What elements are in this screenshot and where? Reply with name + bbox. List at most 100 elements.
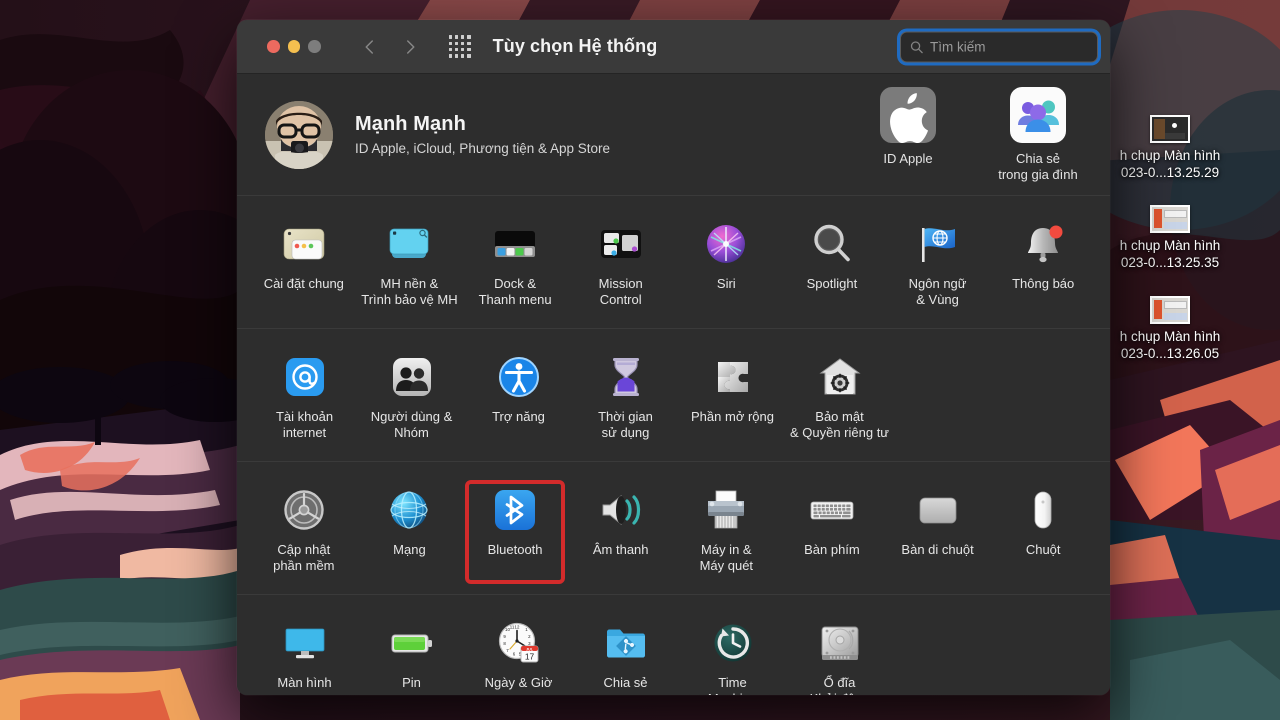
pref-trackpad[interactable]: Bàn di chuột — [885, 482, 991, 582]
date-icon-day: 17 — [524, 652, 534, 662]
pref-label: Mission Control — [598, 276, 643, 307]
forward-chevron-icon[interactable] — [401, 38, 419, 56]
apple-logo-icon — [880, 86, 936, 143]
siri-icon — [702, 220, 750, 268]
pref-spotlight[interactable]: Spotlight — [779, 216, 885, 316]
network-icon — [385, 486, 433, 534]
pref-mouse[interactable]: Chuột — [990, 482, 1096, 582]
time-machine-icon — [709, 619, 757, 667]
users-groups-icon — [388, 353, 436, 401]
internet-accounts-icon — [281, 353, 329, 401]
pref-language-region[interactable]: Ngôn ngữ & Vùng — [885, 216, 991, 316]
account-text: Mạnh Mạnh ID Apple, iCloud, Phương tiện … — [355, 113, 610, 156]
screen-time-icon — [602, 353, 650, 401]
pref-siri[interactable]: Siri — [674, 216, 780, 316]
pref-row: Màn hình Pin 12 1 2 3 5 6 7 8 9 10 11 JU… — [237, 615, 1110, 695]
pref-date-time[interactable]: 1212 345 678 91011 — [465, 615, 572, 695]
pref-printers-scanners[interactable]: Máy in & Máy quét — [674, 482, 780, 582]
pref-dock-menubar[interactable]: Dock & Thanh menu — [462, 216, 568, 316]
account-subtitle: ID Apple, iCloud, Phương tiện & App Stor… — [355, 141, 611, 156]
search-input[interactable] — [930, 39, 1089, 54]
screenshot-thumbnail-icon — [1150, 115, 1190, 143]
pref-label: Trợ năng — [492, 409, 545, 424]
pref-notifications[interactable]: Thông báo — [990, 216, 1096, 316]
pref-users-groups[interactable]: Người dùng & Nhóm — [358, 349, 465, 449]
language-region-icon — [914, 220, 962, 268]
pref-desktop-screensaver[interactable]: MH nền & Trình bảo vệ MH — [357, 216, 463, 316]
pref-section-hardware: Cập nhật phần mềm Mạng Bluetooth Âm than… — [237, 462, 1110, 595]
pref-mission-control[interactable]: Mission Control — [568, 216, 674, 316]
back-chevron-icon[interactable] — [361, 38, 379, 56]
pref-label: Mạng — [393, 542, 426, 557]
notifications-icon — [1019, 220, 1067, 268]
pref-sharing[interactable]: Chia sẻ — [572, 615, 679, 695]
pref-internet-accounts[interactable]: Tài khoản internet — [251, 349, 358, 449]
close-button[interactable] — [267, 40, 280, 53]
desktop-screensaver-icon — [385, 220, 433, 268]
pref-label: Phần mở rộng — [691, 409, 774, 424]
screenshot-thumbnail-icon — [1150, 296, 1190, 324]
family-sharing-button[interactable]: Chia sẻ trong gia đình — [990, 86, 1086, 183]
pref-battery[interactable]: Pin — [358, 615, 465, 695]
pref-startup-disk[interactable]: Ổ đĩa Khởi động — [786, 615, 893, 695]
pref-displays[interactable]: Màn hình — [251, 615, 358, 695]
family-sharing-label: Chia sẻ trong gia đình — [998, 150, 1078, 182]
zoom-button[interactable] — [308, 40, 321, 53]
window-title: Tùy chọn Hệ thống — [492, 36, 658, 56]
pref-label: Cài đặt chung — [263, 276, 344, 291]
pref-label: Ổ đĩa Khởi động — [810, 675, 870, 695]
pref-security-privacy[interactable]: Bảo mật & Quyền riêng tư — [786, 349, 893, 449]
apple-id-account-row[interactable]: Mạnh Mạnh ID Apple, iCloud, Phương tiện … — [237, 74, 1110, 196]
pref-network[interactable]: Mạng — [357, 482, 463, 582]
pref-sound[interactable]: Âm thanh — [568, 482, 674, 582]
date-time-icon: 1212 345 678 91011 — [495, 619, 543, 667]
svg-text:12: 12 — [514, 625, 519, 630]
pref-label: Người dùng & Nhóm — [370, 409, 453, 440]
sharing-icon — [602, 619, 650, 667]
window-titlebar: Tùy chọn Hệ thống — [237, 20, 1110, 74]
search-field[interactable] — [900, 31, 1098, 62]
apple-id-button[interactable]: ID Apple — [860, 86, 956, 183]
pref-row: Tài khoản internet Người dùng & Nhóm Trợ… — [237, 349, 1110, 449]
pref-row: Cập nhật phần mềm Mạng Bluetooth Âm than… — [237, 480, 1110, 584]
pref-general-settings[interactable]: Cài đặt chung — [251, 216, 357, 316]
printers-scanners-icon — [702, 486, 750, 534]
pref-label: Âm thanh — [592, 542, 649, 557]
software-update-icon — [280, 486, 328, 534]
pref-accessibility[interactable]: Trợ năng — [465, 349, 572, 449]
bluetooth-icon — [491, 486, 539, 534]
keyboard-icon — [808, 486, 856, 534]
pref-bluetooth[interactable]: Bluetooth — [462, 480, 568, 584]
account-name: Mạnh Mạnh — [355, 113, 466, 135]
pref-label: Bàn phím — [804, 542, 860, 557]
show-all-grid-icon[interactable] — [448, 35, 471, 58]
navigation-buttons — [361, 38, 419, 56]
spotlight-icon — [808, 220, 856, 268]
pref-label: Máy in & Máy quét — [699, 542, 754, 573]
pref-software-update[interactable]: Cập nhật phần mềm — [251, 482, 357, 582]
minimize-button[interactable] — [287, 40, 300, 53]
dock-menubar-icon — [491, 220, 539, 268]
pref-label: Màn hình — [277, 675, 332, 690]
pref-row: Cài đặt chung MH nền & Trình bảo vệ MH D… — [237, 216, 1110, 316]
pref-section-system: Màn hình Pin 12 1 2 3 5 6 7 8 9 10 11 JU… — [237, 595, 1110, 695]
pref-screen-time[interactable]: Thời gian sử dụng — [572, 349, 679, 449]
apple-id-label: ID Apple — [883, 150, 933, 166]
general-settings-icon — [280, 220, 328, 268]
pref-time-machine[interactable]: Time Machine — [679, 615, 786, 695]
pref-label: Spotlight — [806, 276, 858, 291]
traffic-light-buttons — [267, 40, 321, 53]
pref-label: Time Machine — [708, 675, 757, 695]
sound-icon — [597, 486, 645, 534]
pref-section-personal: Cài đặt chung MH nền & Trình bảo vệ MH D… — [237, 196, 1110, 329]
avatar[interactable] — [265, 100, 333, 169]
pref-label: Chuột — [1025, 542, 1061, 557]
pref-label: Bảo mật & Quyền riêng tư — [789, 409, 890, 440]
pref-label: Cập nhật phần mềm — [273, 542, 335, 573]
pref-extensions[interactable]: Phần mở rộng — [679, 349, 786, 449]
pref-label: Ngày & Giờ — [484, 675, 553, 690]
system-preferences-window: Tùy chọn Hệ thống Tìm kiếm Mạnh Mạnh ID … — [237, 20, 1110, 695]
search-icon — [910, 40, 923, 53]
pref-keyboard[interactable]: Bàn phím — [779, 482, 885, 582]
window-body: Mạnh Mạnh ID Apple, iCloud, Phương tiện … — [237, 74, 1110, 695]
